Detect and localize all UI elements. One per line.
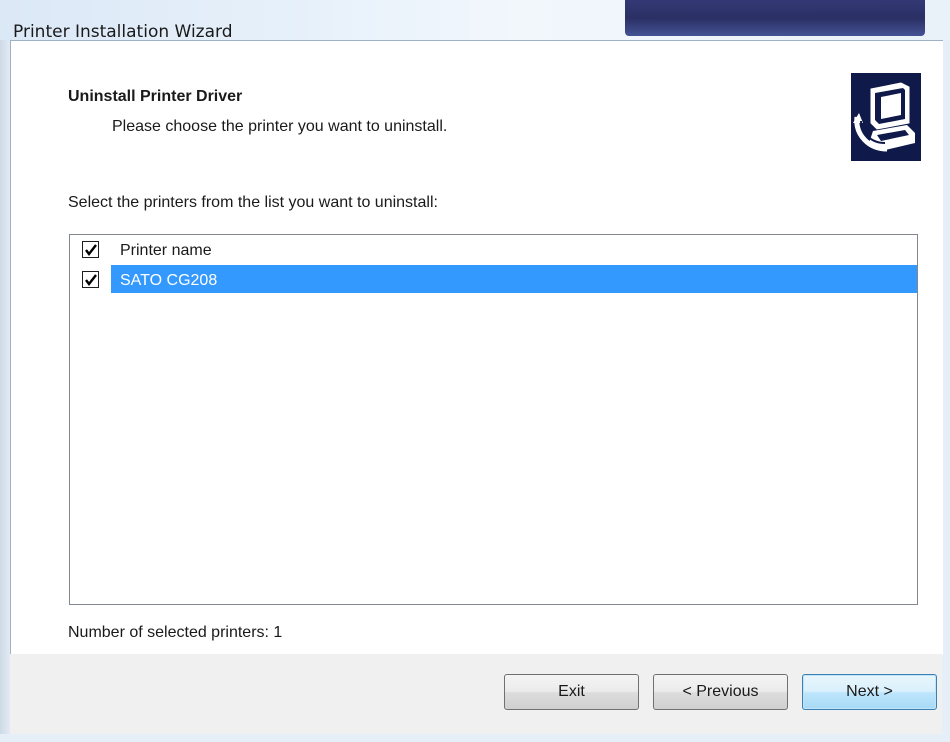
page-title: Uninstall Printer Driver [68,88,243,105]
window-frame-right [942,40,950,742]
printer-checkbox[interactable] [82,271,99,288]
window-title: Printer Installation Wizard [13,22,233,42]
title-bar-decoration [625,0,925,36]
exit-button[interactable]: Exit [504,674,639,710]
printer-list[interactable]: Printer name SATO CG208 [69,234,918,605]
title-bar[interactable]: Printer Installation Wizard [0,0,950,42]
page-subtitle: Please choose the printer you want to un… [112,118,448,135]
wizard-window: Printer Installation Wizard Uninstall Pr… [0,0,950,742]
checkmark-icon [85,244,97,256]
checkmark-icon [85,274,97,286]
list-item[interactable]: SATO CG208 [70,265,917,293]
select-all-checkbox[interactable] [82,241,99,258]
selection-highlight [111,265,917,293]
next-button[interactable]: Next > [802,674,937,710]
list-header-row[interactable]: Printer name [70,235,917,262]
printer-uninstall-icon [851,73,921,161]
selected-count-text: Number of selected printers: 1 [68,624,283,641]
window-frame-bottom [0,734,950,742]
previous-button[interactable]: < Previous [653,674,788,710]
printer-name: SATO CG208 [120,272,218,289]
column-header-printer-name: Printer name [120,242,212,259]
window-frame-left [0,40,10,742]
wizard-content: Uninstall Printer Driver Please choose t… [10,40,943,655]
instruction-text: Select the printers from the list you wa… [68,194,438,211]
